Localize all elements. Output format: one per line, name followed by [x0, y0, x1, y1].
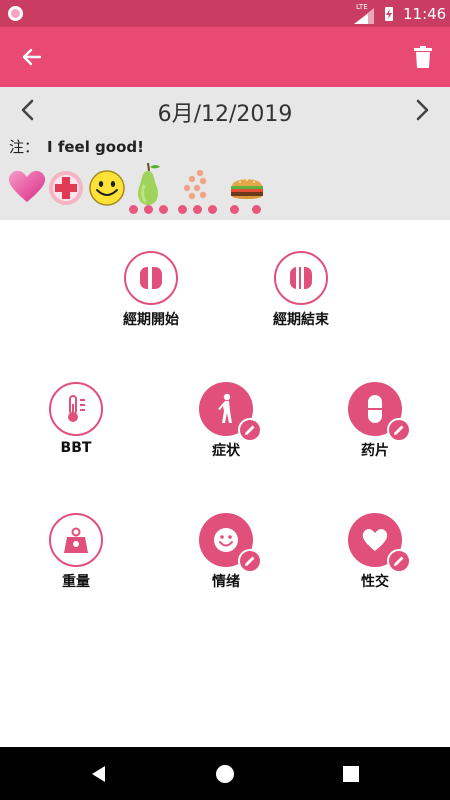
period-end-icon [290, 267, 312, 289]
sex-circle [348, 513, 411, 573]
status-bar: LTE 11:46 [0, 0, 450, 27]
logged-items-row [6, 162, 446, 217]
square-recents-icon [343, 766, 359, 782]
delete-button[interactable] [405, 39, 441, 75]
pencil-icon [245, 425, 255, 435]
next-day-button[interactable] [408, 95, 438, 125]
period-end-label: 經期結束 [273, 312, 329, 328]
pear-icon [138, 162, 160, 205]
triangle-back-icon [92, 766, 105, 782]
thermometer-icon [68, 395, 85, 422]
trash-icon [414, 46, 432, 68]
nav-home-button[interactable] [212, 761, 238, 787]
battery-icon [385, 7, 393, 21]
weight-scale-icon [64, 527, 88, 553]
bbt-label: BBT [60, 440, 92, 456]
happy-face-icon [89, 170, 125, 206]
capsule-icon [368, 395, 382, 423]
symptoms-button[interactable]: 症状 [166, 382, 286, 460]
pencil-icon [394, 425, 404, 435]
intensity-dot [144, 205, 153, 214]
intensity-dot [129, 205, 138, 214]
symptoms-circle [199, 382, 262, 442]
day-note: 注： I feel good! [9, 136, 144, 157]
symptoms-label: 症状 [212, 443, 240, 459]
notification-icon [8, 6, 23, 21]
weight-button[interactable]: 重量 [16, 513, 136, 591]
nav-back-button[interactable] [86, 761, 112, 787]
signal-icon [354, 8, 374, 24]
sex-label: 性交 [361, 574, 389, 590]
pencil-icon [245, 556, 255, 566]
note-label: 注： [9, 138, 40, 156]
intensity-dot [159, 205, 168, 214]
heart-outline-icon [362, 529, 388, 551]
intensity-dot [208, 205, 217, 214]
mood-circle [199, 513, 262, 573]
chevron-right-icon [416, 99, 429, 121]
period-start-button[interactable]: 經期開始 [91, 251, 211, 329]
weight-circle [49, 513, 103, 567]
period-end-circle [274, 251, 328, 305]
weight-label: 重量 [62, 574, 90, 590]
clock: 11:46 [403, 5, 447, 23]
intensity-dot [252, 205, 261, 214]
pencil-icon [394, 556, 404, 566]
sex-button[interactable]: 性交 [315, 513, 435, 591]
nav-recents-button[interactable] [338, 761, 364, 787]
intensity-dot [178, 205, 187, 214]
heart-icon [8, 170, 46, 202]
note-text: I feel good! [47, 138, 144, 156]
pills-circle [348, 382, 411, 442]
edit-badge [238, 418, 262, 442]
system-nav-bar [0, 747, 450, 800]
person-walking-icon [218, 393, 232, 423]
pills-icon [183, 169, 207, 200]
bbt-circle [49, 382, 103, 436]
current-date: 6月/12/2019 [157, 102, 293, 127]
day-summary-panel: 6月/12/2019 注： I feel good! [0, 87, 450, 220]
period-start-label: 經期開始 [123, 312, 179, 328]
period-start-icon [140, 267, 162, 289]
arrow-back-icon [22, 48, 42, 66]
edit-badge [387, 418, 411, 442]
intensity-dot [193, 205, 202, 214]
period-start-circle [124, 251, 178, 305]
pills-label: 药片 [361, 443, 389, 459]
mood-button[interactable]: 情绪 [166, 513, 286, 591]
bbt-button[interactable]: BBT [16, 382, 136, 456]
edit-badge [387, 549, 411, 573]
pills-button[interactable]: 药片 [315, 382, 435, 460]
circle-home-icon [216, 765, 234, 783]
burger-icon [231, 179, 263, 199]
period-end-button[interactable]: 經期結束 [241, 251, 361, 329]
smiley-icon [214, 528, 238, 552]
intensity-dot [230, 205, 239, 214]
back-button[interactable] [14, 39, 50, 75]
medical-cross-icon [49, 171, 83, 205]
app-bar [0, 27, 450, 87]
mood-label: 情绪 [212, 574, 240, 590]
edit-badge [238, 549, 262, 573]
